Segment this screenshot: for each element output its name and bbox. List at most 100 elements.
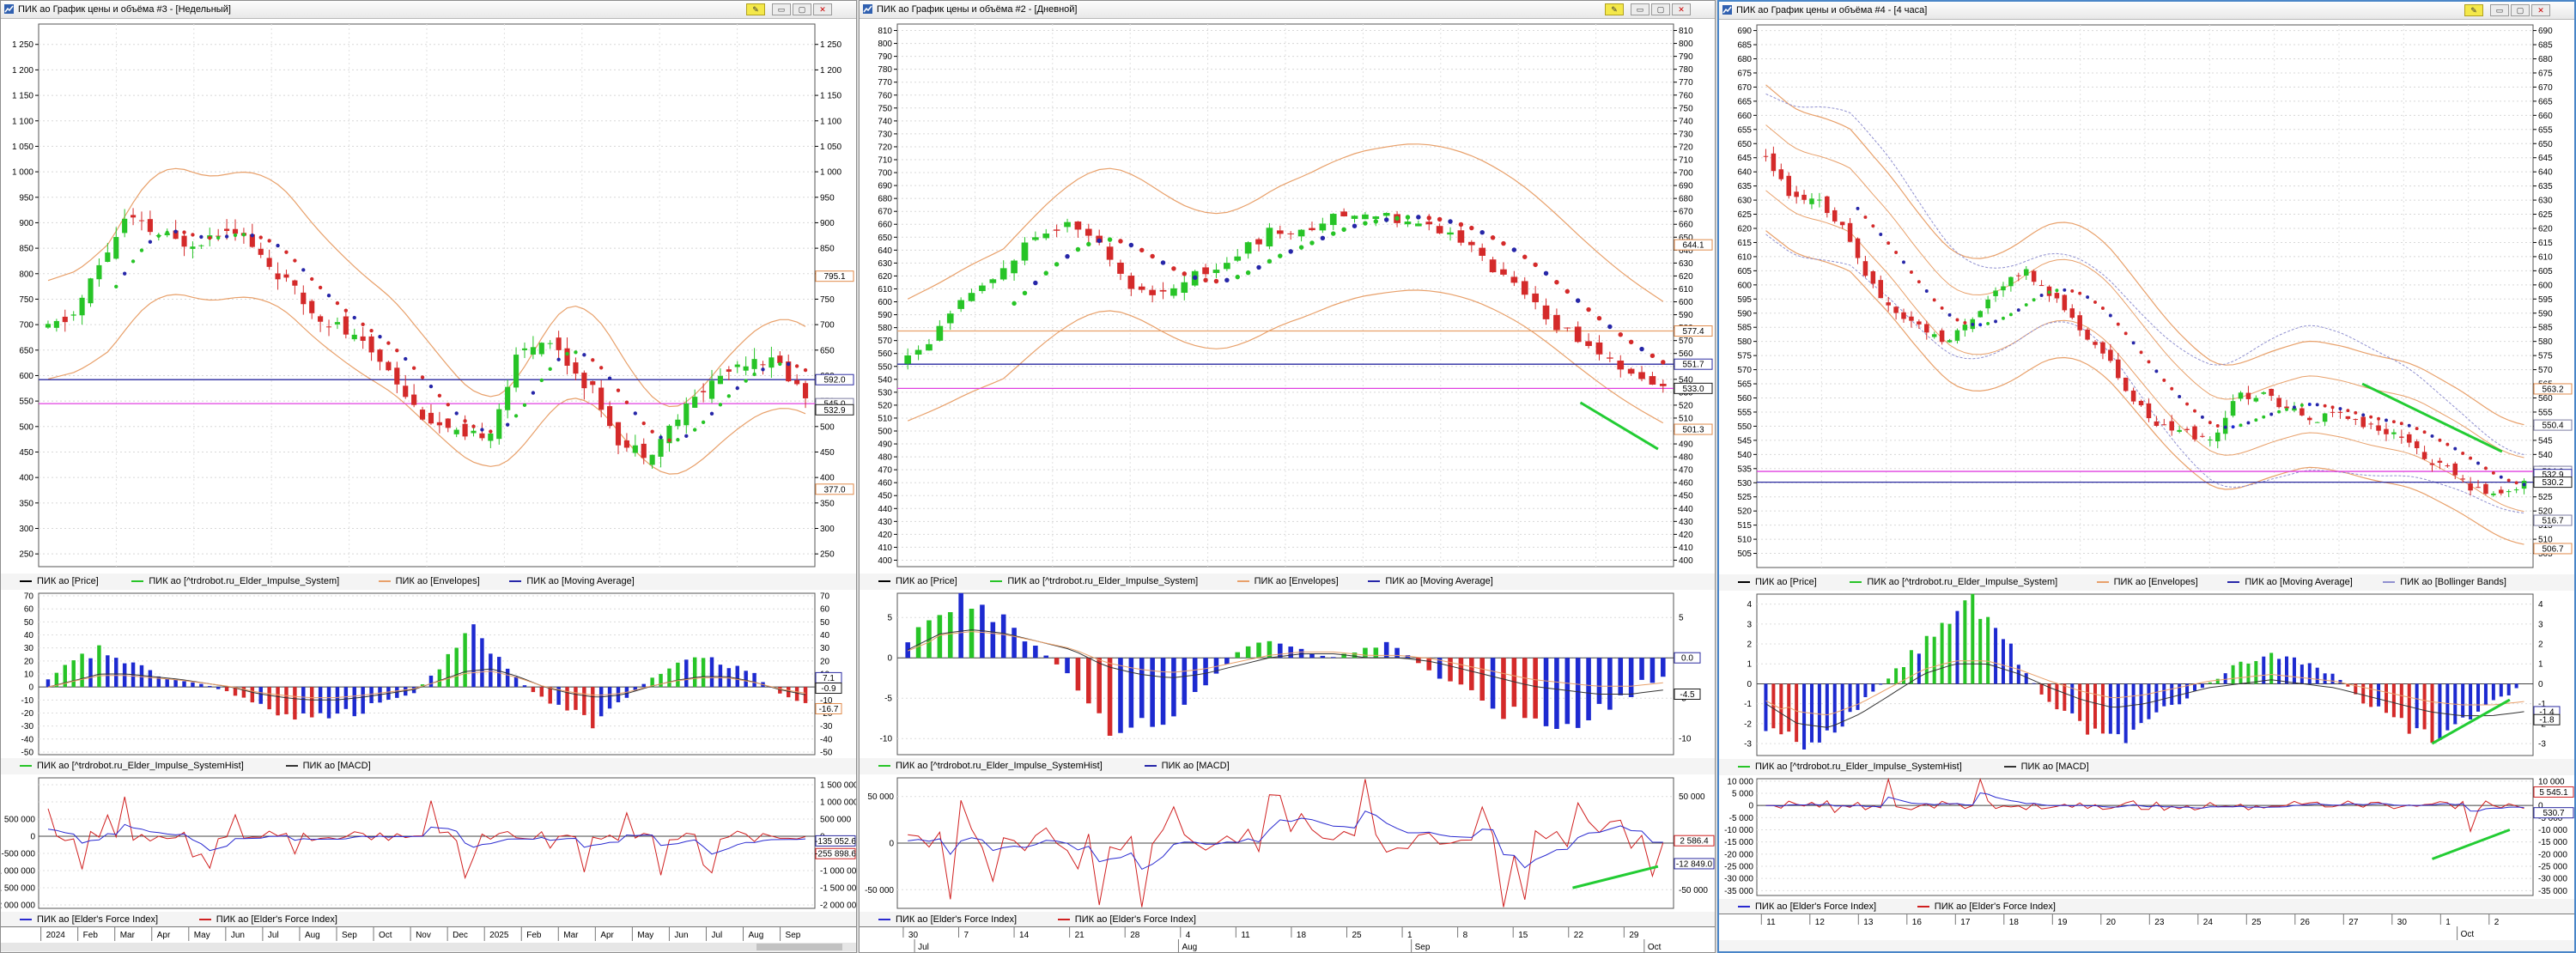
price-chart[interactable]: 1 250 1 250 1 200 1 200 1 150 1 150 1 100 1 100… [1,19,856,574]
impulse-ma-dot [744,379,748,383]
macd-pane[interactable]: 707060605050404030302020101000-10-10-20-… [1,590,856,758]
pin-icon[interactable]: ✎ [2464,4,2483,16]
price-axis-label-left: 850 [19,245,33,254]
candle-body [1825,196,1830,214]
impulse-ma-dot [2377,416,2381,421]
macd-legend: ПИК ао [^trdrobot.ru_Elder_Impulse_Syste… [860,758,1715,774]
candle-body [53,320,59,328]
legend-label: ПИК ао [^trdrobot.ru_Elder_Impulse_Syste… [896,761,1103,771]
price-axis-label-left: 580 [878,324,892,333]
candle-body [2093,342,2098,345]
legend-entry: ПИК ао [^trdrobot.ru_Elder_Impulse_Syste… [1850,577,2057,587]
pin-icon[interactable]: ✎ [1605,3,1624,15]
impulse-ma-dot [803,367,808,373]
impulse-ma-dot [173,229,178,234]
minimize-icon[interactable]: ▭ [2490,4,2509,16]
scrollbar-thumb[interactable] [756,944,842,950]
macd-chart[interactable]: 5500-5-5-10-100.0-4.5 [860,590,1715,758]
impulse-ma-dot [2285,407,2288,411]
force-pane[interactable]: 10 000 5 000 0 -5 000 -10 000 -15 000 -20 000 -… [1719,775,2574,899]
macd-axis-label-left: 4 [1747,600,1752,610]
price-axis-label-left: 520 [1737,507,1752,517]
candle-body [2215,432,2221,442]
window-titlebar[interactable]: ПИК ао График цены и объёма #3 - [Недель… [1,1,856,19]
chart-window-daily[interactable]: ПИК ао График цены и объёма #2 - [Дневно… [859,0,1716,953]
restore-icon[interactable]: ▢ [1651,3,1670,15]
candle-body [1817,199,1822,201]
window-titlebar[interactable]: ПИК ао График цены и объёма #4 - [4 часа… [1719,2,2574,20]
candle-body [1340,211,1347,217]
price-pane[interactable]: 810 810 800 800 790 790 780 780 770 770 760 760 750 7… [860,19,1715,574]
impulse-ma-dot [1940,306,1944,310]
impulse-ma-dot [2185,402,2190,406]
impulse-ma-dot [2123,331,2128,336]
price-axis-label-left: 510 [1737,536,1752,545]
candle-body [1763,155,1769,157]
chart-window-weekly[interactable]: ПИК ао График цены и объёма #3 - [Недель… [0,0,857,953]
macd-pane[interactable]: 5500-5-5-10-100.0-4.5 [860,590,1715,758]
impulse-ma-dot [2262,415,2266,419]
force-axis-label-right: 1 500 000 [820,781,856,791]
price-axis-label-left: 550 [19,398,33,407]
macd-pane[interactable]: 4433221100-1-1-2-2-3-3-1.4-1.8 [1719,591,2574,759]
restore-icon[interactable]: ▢ [793,3,811,15]
macd-chart[interactable]: 707060605050404030302020101000-10-10-20-… [1,590,856,758]
impulse-ma-dot [326,294,331,298]
legend-entry: ПИК ао [Elder's Force Index] [1057,914,1196,925]
window-titlebar[interactable]: ПИК ао График цены и объёма #2 - [Дневно… [860,1,1715,19]
candle-body [530,347,536,355]
candle-body [70,314,76,316]
force-chart[interactable]: 1 500 000 1 000 000 500 000 0 -500 000 -1 000… [1,774,856,912]
price-axis-label-right: 510 [1679,414,1693,423]
horizontal-scrollbar[interactable] [1,943,856,951]
minimize-icon[interactable]: ▭ [1631,3,1649,15]
close-icon[interactable]: ✕ [813,3,832,15]
candle-body [999,268,1007,280]
impulse-ma-dot [2292,405,2296,410]
force-axis-label-left: -10 000 [1724,826,1753,835]
force-axis-label-right: -30 000 [2538,875,2567,884]
candle-body [1985,299,1990,309]
price-legend: ПИК ао [Price] ПИК ао [^trdrobot.ru_Elder… [1719,574,2574,590]
candle-body [573,362,579,374]
force-axis-label-left: -25 000 [1724,863,1753,872]
force-pane[interactable]: 50 0000-50 00050 0000-50 0002 586.4-12 8… [860,774,1715,912]
macd-marker-label: -0.9 [821,684,836,694]
minimize-icon[interactable]: ▭ [772,3,791,15]
impulse-ma-dot [1543,270,1549,276]
price-axis-label-right: 600 [1679,298,1693,307]
impulse-ma-dot [2208,421,2212,425]
force-chart[interactable]: 10 000 5 000 0 -5 000 -10 000 -15 000 -20 000 -… [1719,775,2574,899]
price-axis-label-left: 660 [878,221,892,230]
price-chart[interactable]: 810 810 800 800 790 790 780 780 770 770 760 760 750 7… [860,19,1715,574]
candle-body [436,422,442,426]
candle-body [181,235,187,247]
chart-window-4h[interactable]: ПИК ао График цены и объёма #4 - [4 часа… [1717,0,2576,953]
legend-entry: ПИК ао [Price] [20,576,99,586]
restore-icon[interactable]: ▢ [2511,4,2530,16]
close-icon[interactable]: ✕ [1672,3,1691,15]
pin-icon[interactable]: ✎ [746,3,765,15]
time-axis: 2024 Feb Mar Apr May Jun Jul Aug Sep Oct Nov Dec 202… [1,926,856,943]
candle-body [2491,493,2496,495]
candle-body [445,418,451,428]
macd-chart[interactable]: 4433221100-1-1-2-2-3-3-1.4-1.8 [1719,591,2574,759]
price-chart[interactable]: 690 690 685 685 680 680 675 675 670 670 665 665 660 6… [1719,20,2574,574]
price-axis-label-left: 645 [1737,154,1752,163]
legend-label: ПИК ао [Elder's Force Index] [37,914,159,925]
impulse-ma-dot [2399,422,2403,426]
force-pane[interactable]: 1 500 000 1 000 000 500 000 0 -500 000 -1 000… [1,774,856,912]
price-axis-label-right: 570 [1679,337,1693,346]
impulse-ma-dot [1879,233,1883,236]
price-axis-label-right: 610 [2538,252,2553,262]
window-title: ПИК ао График цены и объёма #4 - [4 часа… [1736,5,1928,15]
close-icon[interactable]: ✕ [2531,4,2550,16]
price-marker-label: 530.2 [2542,478,2563,488]
price-axis-label-left: 1 250 [12,40,33,50]
impulse-ma-dot [2200,415,2204,419]
price-axis-label-left: 680 [878,195,892,204]
price-pane[interactable]: 1 250 1 250 1 200 1 200 1 150 1 150 1 100 1 100… [1,19,856,574]
force-chart[interactable]: 50 0000-50 00050 0000-50 0002 586.4-12 8… [860,774,1715,912]
price-pane[interactable]: 690 690 685 685 680 680 675 675 670 670 665 665 660 6… [1719,20,2574,574]
price-axis-label-right: 655 [2538,125,2553,135]
